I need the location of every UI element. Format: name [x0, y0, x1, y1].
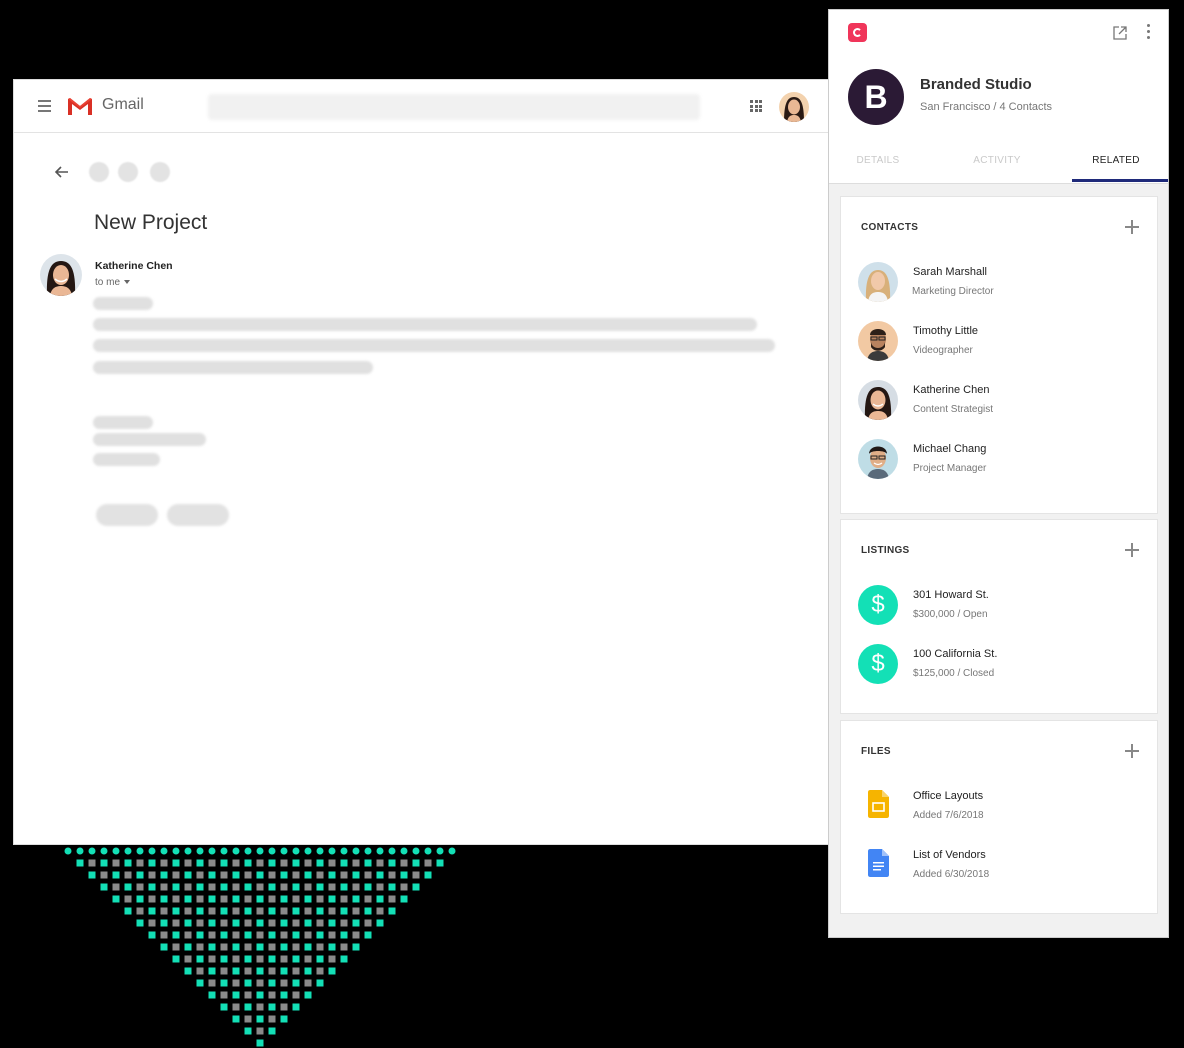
tab-activity[interactable]: ACTIVITY — [942, 155, 1052, 166]
contact-role: Content Strategist — [913, 404, 994, 415]
email-body-line — [93, 361, 373, 374]
file-date: Added 7/6/2018 — [913, 810, 984, 821]
contact-row[interactable]: Sarah Marshall Marketing Director — [858, 262, 1148, 308]
gmail-topbar: Gmail — [14, 80, 830, 133]
email-body-line — [93, 339, 775, 352]
apps-grid-icon[interactable] — [750, 100, 762, 112]
email-signature-line — [93, 433, 206, 446]
contact-row[interactable]: Timothy Little Videographer — [858, 321, 1148, 367]
contact-avatar — [858, 380, 898, 420]
file-name: List of Vendors — [913, 849, 986, 861]
listings-title: LISTINGS — [861, 545, 910, 556]
contact-row[interactable]: Katherine Chen Content Strategist — [858, 380, 1148, 426]
listing-address: 301 Howard St. — [913, 589, 989, 601]
company-avatar: B — [848, 69, 904, 125]
add-contact-button[interactable] — [1124, 219, 1140, 235]
google-docs-icon — [868, 849, 889, 877]
file-date: Added 6/30/2018 — [913, 869, 990, 880]
gmail-window: Gmail New Project Katherine Chen to me — [14, 80, 830, 844]
decorative-dot-pattern — [64, 847, 456, 1047]
open-external-icon[interactable] — [1112, 25, 1128, 41]
contact-avatar — [858, 321, 898, 361]
app-logo-icon[interactable] — [848, 23, 867, 42]
contact-name: Michael Chang — [913, 443, 987, 455]
file-name: Office Layouts — [913, 790, 984, 802]
more-vert-icon[interactable] — [1147, 24, 1151, 42]
contact-avatar — [858, 262, 898, 302]
account-avatar[interactable] — [779, 92, 809, 122]
search-input[interactable] — [208, 94, 700, 120]
sender-avatar — [40, 254, 82, 296]
contact-role: Project Manager — [913, 463, 987, 474]
add-listing-button[interactable] — [1124, 542, 1140, 558]
file-row[interactable]: List of Vendors Added 6/30/2018 — [858, 845, 1148, 891]
contact-role: Marketing Director — [912, 286, 994, 297]
spam-icon[interactable] — [118, 162, 138, 182]
listing-detail: $125,000 / Closed — [913, 668, 995, 679]
tab-related[interactable]: RELATED — [1061, 155, 1171, 166]
email-body-line — [93, 318, 757, 331]
email-signature-line — [93, 416, 153, 429]
email-body-line — [93, 297, 153, 310]
back-arrow-icon[interactable] — [54, 164, 70, 180]
sender-name: Katherine Chen — [95, 260, 173, 272]
gmail-wordmark: Gmail — [102, 96, 144, 113]
file-row[interactable]: Office Layouts Added 7/6/2018 — [858, 786, 1148, 832]
contact-role: Videographer — [913, 345, 973, 356]
contact-name: Sarah Marshall — [913, 266, 987, 278]
listing-detail: $300,000 / Open — [913, 609, 988, 620]
contacts-title: CONTACTS — [861, 222, 919, 233]
company-name: Branded Studio — [920, 76, 1032, 93]
caret-down-icon — [124, 280, 131, 285]
contact-row[interactable]: Michael Chang Project Manager — [858, 439, 1148, 485]
archive-icon[interactable] — [89, 162, 109, 182]
recipient-dropdown[interactable]: to me — [95, 277, 131, 288]
google-slides-icon — [868, 790, 889, 818]
tab-details[interactable]: DETAILS — [823, 155, 933, 166]
company-subtitle: San Francisco / 4 Contacts — [920, 101, 1053, 113]
add-file-button[interactable] — [1124, 743, 1140, 759]
listing-row[interactable]: $ 301 Howard St. $300,000 / Open — [858, 585, 1148, 631]
reply-button[interactable] — [96, 504, 158, 526]
delete-icon[interactable] — [150, 162, 170, 182]
contact-name: Timothy Little — [913, 325, 979, 337]
listings-card: LISTINGS $ 301 Howard St. $300,000 / Ope… — [841, 520, 1157, 713]
listing-row[interactable]: $ 100 California St. $125,000 / Closed — [858, 644, 1148, 690]
active-tab-indicator — [1072, 179, 1168, 182]
files-card: FILES Office Layouts Added 7/6/2018 List… — [841, 721, 1157, 913]
files-title: FILES — [861, 746, 891, 757]
gmail-logo-icon[interactable] — [66, 96, 94, 116]
contact-avatar — [858, 439, 898, 479]
crm-side-panel: B Branded Studio San Francisco / 4 Conta… — [829, 10, 1168, 937]
contact-name: Katherine Chen — [913, 384, 990, 396]
recipient-label: to me — [95, 277, 121, 288]
email-signature-line — [93, 453, 160, 466]
dollar-icon: $ — [858, 585, 898, 625]
menu-icon[interactable] — [38, 100, 51, 112]
forward-button[interactable] — [167, 504, 229, 526]
email-subject: New Project — [94, 211, 208, 234]
listing-address: 100 California St. — [913, 648, 998, 660]
panel-header: B Branded Studio San Francisco / 4 Conta… — [829, 10, 1168, 184]
contacts-card: CONTACTS Sarah Marshall Marketing Direct… — [841, 197, 1157, 513]
dollar-icon: $ — [858, 644, 898, 684]
